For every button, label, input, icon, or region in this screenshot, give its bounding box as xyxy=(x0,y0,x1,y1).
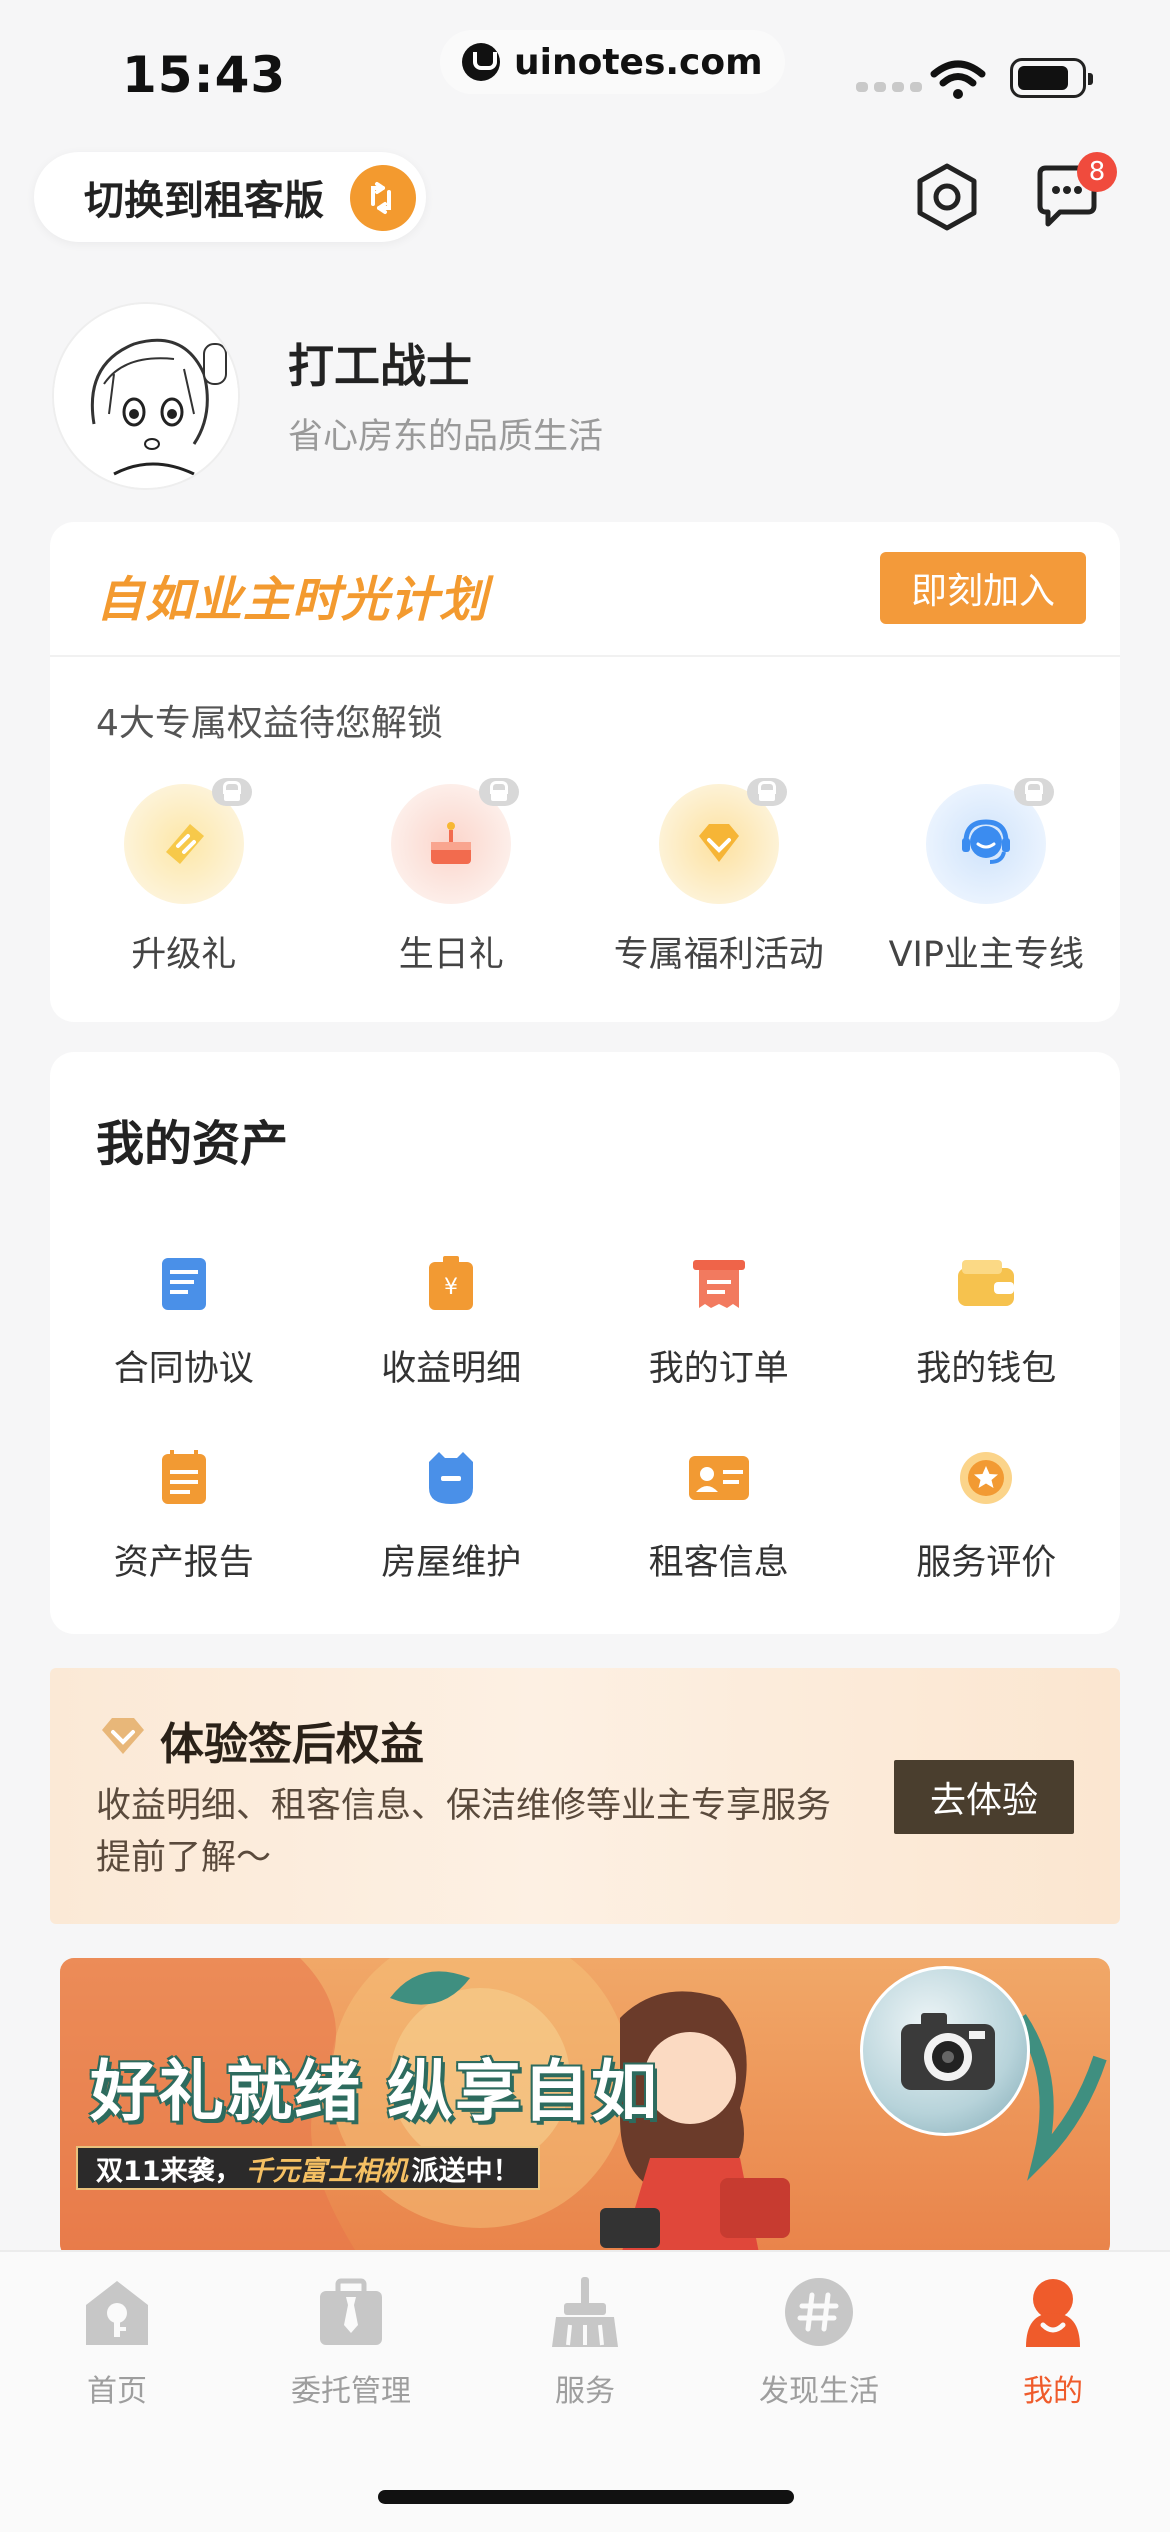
benefit-exclusive-events[interactable]: 专属福利活动 xyxy=(585,778,853,977)
promo-title: 好礼就绪 纵享自如 xyxy=(90,2052,659,2130)
tab-label: 我的 xyxy=(1023,2374,1083,2409)
wallet-icon xyxy=(954,1252,1018,1316)
home-icon xyxy=(77,2272,157,2352)
profile-slogan: 省心房东的品质生活 xyxy=(288,417,604,457)
url-pill[interactable]: uinotes.com xyxy=(440,30,785,94)
asset-label: 租客信息 xyxy=(648,1543,789,1583)
wifi-icon xyxy=(930,60,986,99)
benefit-list: 升级礼 生日礼 专属福利活动 VIP业主专线 xyxy=(50,778,1121,977)
switch-label: 切换到租客版 xyxy=(84,178,324,224)
promo-sub-suffix: 派送中！ xyxy=(411,2155,520,2187)
battery-icon xyxy=(1010,58,1093,98)
lock-icon xyxy=(479,778,520,806)
promo-sub-highlight: 千元富士相机 xyxy=(245,2155,408,2187)
divider xyxy=(50,655,1120,657)
hashtag-icon xyxy=(779,2272,859,2352)
switch-to-tenant-button[interactable]: 切换到租客版 xyxy=(34,152,426,242)
tab-services[interactable]: 服务 xyxy=(468,2272,702,2410)
benefit-label: 升级礼 xyxy=(131,935,237,975)
lock-icon xyxy=(746,778,787,806)
briefcase-icon xyxy=(311,2272,391,2352)
promo-subtitle: 双11来袭， 千元富士相机 派送中！ xyxy=(76,2146,540,2190)
site-logo-icon xyxy=(462,43,500,81)
owner-plan-card: 自如业主时光计划 即刻加入 4大专属权益待您解锁 升级礼 生日礼 专属福利活动 xyxy=(50,522,1120,1022)
asset-item-orders[interactable]: 我的订单 xyxy=(585,1252,853,1446)
my-assets-card: 我的资产 合同协议 ¥ 收益明细 我的订单 我的钱包 资产报告 房屋维护 租客信… xyxy=(50,1052,1120,1634)
asset-item-contract[interactable]: 合同协议 xyxy=(50,1252,318,1446)
asset-item-tenant-info[interactable]: 租客信息 xyxy=(585,1446,853,1640)
cellular-signal-icon xyxy=(856,82,922,92)
tab-label: 服务 xyxy=(555,2374,615,2409)
asset-item-service-rating[interactable]: 服务评价 xyxy=(853,1446,1121,1640)
asset-item-income[interactable]: ¥ 收益明细 xyxy=(318,1252,586,1446)
diamond-icon xyxy=(102,1718,144,1754)
svg-text:¥: ¥ xyxy=(444,1275,458,1300)
asset-label: 我的订单 xyxy=(648,1349,789,1389)
experience-banner[interactable]: 体验签后权益 收益明细、租客信息、保洁维修等业主专享服务提前了解～ 去体验 xyxy=(50,1668,1120,1924)
asset-label: 我的钱包 xyxy=(916,1349,1057,1389)
tab-discover-life[interactable]: 发现生活 xyxy=(702,2272,936,2410)
assets-title: 我的资产 xyxy=(96,1116,289,1172)
try-experience-button[interactable]: 去体验 xyxy=(894,1760,1074,1834)
assets-grid: 合同协议 ¥ 收益明细 我的订单 我的钱包 资产报告 房屋维护 租客信息 服务评… xyxy=(50,1252,1120,1640)
tab-label: 委托管理 xyxy=(291,2374,411,2409)
lock-icon xyxy=(211,778,252,806)
promo-banner[interactable]: 好礼就绪 纵享自如 双11来袭， 千元富士相机 派送中！ xyxy=(60,1958,1110,2258)
experience-description: 收益明细、租客信息、保洁维修等业主专享服务提前了解～ xyxy=(96,1786,832,1878)
profile-name[interactable]: 打工战士 xyxy=(288,330,472,396)
tab-me[interactable]: 我的 xyxy=(936,2272,1170,2410)
asset-label: 合同协议 xyxy=(113,1349,254,1389)
diamond-icon xyxy=(658,778,787,904)
benefit-label: 专属福利活动 xyxy=(613,935,824,975)
report-icon xyxy=(152,1446,216,1510)
asset-item-wallet[interactable]: 我的钱包 xyxy=(853,1252,1121,1446)
maintenance-icon xyxy=(419,1446,483,1510)
avatar[interactable] xyxy=(52,302,240,490)
url-text: uinotes.com xyxy=(514,41,763,83)
asset-item-report[interactable]: 资产报告 xyxy=(50,1446,318,1640)
benefit-upgrade-gift[interactable]: 升级礼 xyxy=(50,778,318,977)
cake-icon xyxy=(391,778,520,904)
broom-icon xyxy=(545,2272,625,2352)
switch-arrows-icon xyxy=(350,165,416,231)
rating-icon xyxy=(954,1446,1018,1510)
tab-home[interactable]: 首页 xyxy=(0,2272,234,2410)
plan-title: 自如业主时光计划 xyxy=(96,572,489,628)
asset-label: 房屋维护 xyxy=(381,1543,522,1583)
order-icon xyxy=(687,1252,751,1316)
benefit-vip-hotline[interactable]: VIP业主专线 xyxy=(853,778,1121,977)
join-now-button[interactable]: 即刻加入 xyxy=(880,552,1086,624)
tab-label: 发现生活 xyxy=(759,2374,879,2409)
home-indicator[interactable] xyxy=(378,2490,794,2504)
message-badge: 8 xyxy=(1077,152,1117,192)
lock-icon xyxy=(1014,778,1055,806)
income-icon: ¥ xyxy=(419,1252,483,1316)
status-time: 15:43 xyxy=(122,46,287,104)
status-bar: 15:43 uinotes.com xyxy=(0,0,1170,150)
plan-subtitle: 4大专属权益待您解锁 xyxy=(96,703,443,744)
settings-gear-icon[interactable] xyxy=(910,160,984,234)
tab-entrust-management[interactable]: 委托管理 xyxy=(234,2272,468,2410)
tenant-card-icon xyxy=(687,1446,751,1510)
camera-icon xyxy=(860,1966,1030,2136)
experience-title: 体验签后权益 xyxy=(160,1719,424,1770)
benefit-label: 生日礼 xyxy=(398,935,504,975)
ticket-icon xyxy=(123,778,252,904)
promo-sub-prefix: 双11来袭， xyxy=(96,2155,242,2187)
headset-icon xyxy=(926,778,1055,904)
asset-item-maintenance[interactable]: 房屋维护 xyxy=(318,1446,586,1640)
benefit-label: VIP业主专线 xyxy=(888,935,1084,975)
profile-icon xyxy=(1013,2272,1093,2352)
asset-label: 收益明细 xyxy=(381,1349,522,1389)
asset-label: 服务评价 xyxy=(916,1543,1057,1583)
tab-label: 首页 xyxy=(87,2374,147,2409)
asset-label: 资产报告 xyxy=(113,1543,254,1583)
benefit-birthday-gift[interactable]: 生日礼 xyxy=(318,778,586,977)
contract-icon xyxy=(152,1252,216,1316)
